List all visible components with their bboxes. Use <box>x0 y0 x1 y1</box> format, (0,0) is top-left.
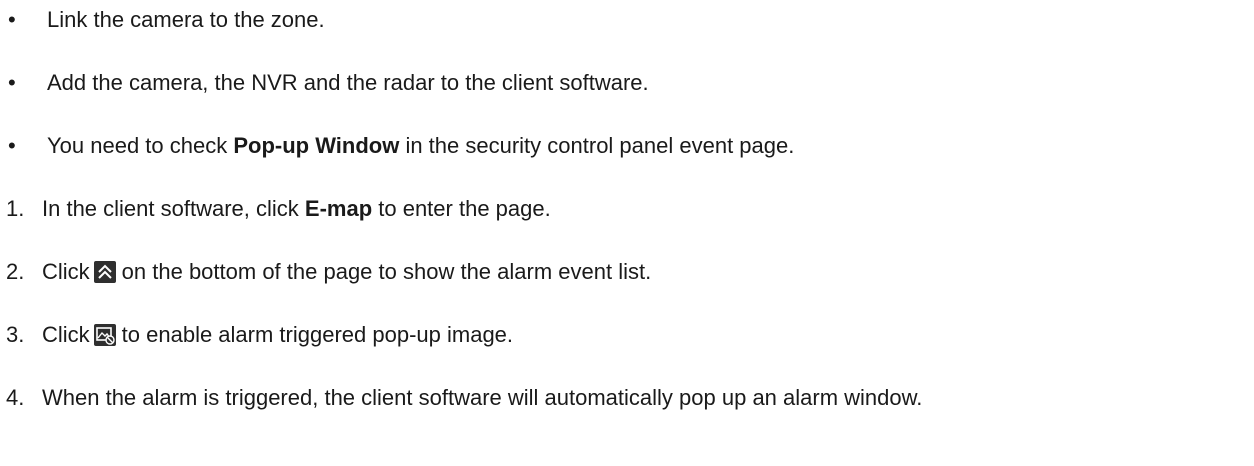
bullet-text-post: in the security control panel event page… <box>399 133 795 158</box>
bullet-text: Link the camera to the zone. <box>47 7 325 32</box>
e-map-label: E-map <box>304 196 373 221</box>
bullet-text: Add the camera, the NVR and the radar to… <box>47 70 649 95</box>
double-chevron-up-icon <box>93 261 116 283</box>
step-number: 3. <box>6 322 25 347</box>
step-number: 1. <box>6 196 25 221</box>
pop-up-window-label: Pop-up Window <box>233 133 400 158</box>
bullet-marker: • <box>8 70 16 95</box>
step-number: 4. <box>6 385 25 410</box>
bullet-text-pre: You need to check <box>47 133 234 158</box>
bullet-marker: • <box>8 7 16 32</box>
step-text: Click on the bottom of the page to show … <box>42 259 651 285</box>
step-text: Click to enable alarm triggered pop-up i… <box>42 322 513 348</box>
step-text-post: to enter the page. <box>372 196 551 221</box>
popup-image-icon <box>93 324 116 346</box>
step-text-post: on the bottom of the page to show the al… <box>121 259 652 284</box>
step-text-pre: In the client software, click <box>42 196 305 221</box>
bullet-text: You need to check Pop-up Window in the s… <box>47 133 794 159</box>
step-text: When the alarm is triggered, the client … <box>42 385 923 410</box>
step-text-pre: Click <box>42 259 90 284</box>
step-text-pre: Click <box>42 322 90 347</box>
step-number: 2. <box>6 259 25 284</box>
step-text-post: to enable alarm triggered pop-up image. <box>121 322 514 347</box>
document-page: • Link the camera to the zone. • Add the… <box>0 0 1254 466</box>
step-text: In the client software, click E-map to e… <box>42 196 551 222</box>
bullet-marker: • <box>8 133 16 158</box>
